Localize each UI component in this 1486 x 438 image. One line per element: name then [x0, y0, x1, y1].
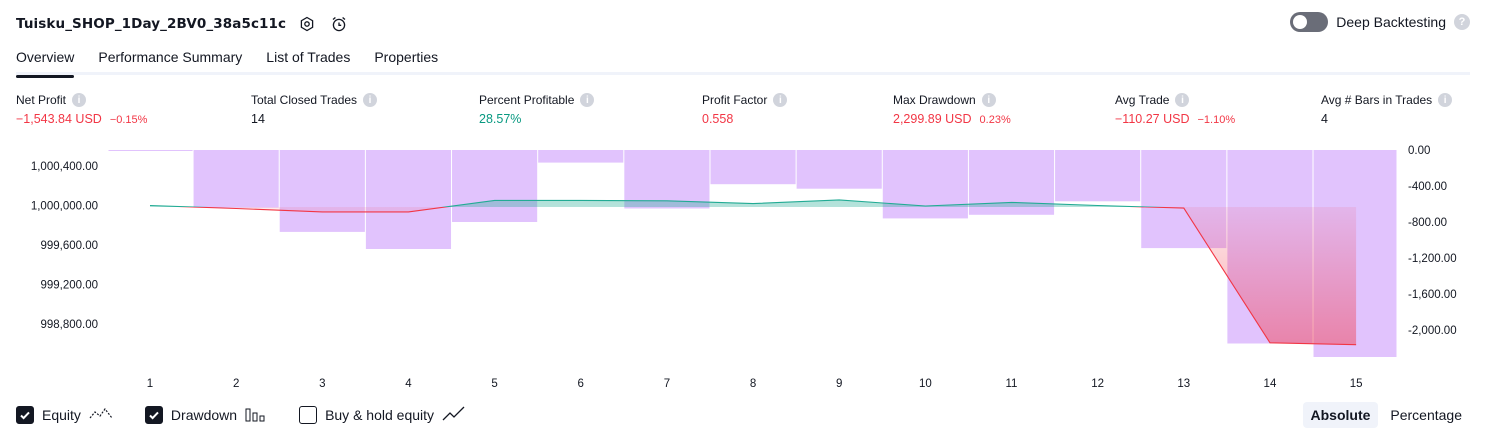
right-axis-tick-label: -1,600.00: [1408, 289, 1457, 301]
alarm-add-icon[interactable]: [328, 13, 350, 35]
metric-max-drawdown: Max Drawdown i 2,299.89 USD 0.23%: [893, 93, 1011, 126]
buy-hold-checkbox-label: Buy & hold equity: [325, 407, 435, 423]
metric-label: Total Closed Trades: [251, 93, 358, 107]
x-axis-tick-label: 1: [147, 378, 153, 390]
metric-value: −110.27 USD: [1115, 112, 1190, 126]
right-axis-tick-label: 0.00: [1408, 145, 1430, 157]
metric-percent-profitable: Percent Profitable i 28.57%: [479, 93, 595, 126]
trend-line-icon: [442, 406, 466, 425]
chart-footer: Equity Drawdown Buy & hold equity Absolu…: [16, 402, 1470, 428]
drawdown-checkbox-label: Drawdown: [170, 407, 238, 423]
metric-value: 4: [1321, 112, 1328, 126]
drawdown-bar: [796, 150, 882, 189]
metric-label: Percent Profitable: [479, 93, 575, 107]
help-icon[interactable]: i: [1438, 93, 1453, 107]
left-axis-tick-label: 999,600.00: [40, 240, 98, 252]
x-axis-tick-label: 14: [1264, 378, 1277, 390]
deep-backtesting-label: Deep Backtesting: [1336, 14, 1446, 30]
absolute-button[interactable]: Absolute: [1302, 402, 1379, 428]
left-axis-tick-label: 998,800.00: [40, 319, 98, 331]
x-axis-tick-label: 12: [1091, 378, 1104, 390]
bar-chart-icon: [245, 406, 267, 425]
drawdown-bar: [710, 150, 796, 185]
help-icon[interactable]: ?: [1454, 14, 1470, 30]
metric-label: Profit Factor: [702, 93, 768, 107]
metric-value: 0.558: [702, 112, 734, 126]
x-axis-tick-label: 11: [1006, 378, 1018, 390]
right-axis-tick-label: -1,200.00: [1408, 253, 1457, 265]
x-axis-tick-label: 2: [233, 378, 239, 390]
drawdown-bar: [108, 150, 193, 151]
equity-checkbox-label: Equity: [42, 407, 81, 423]
strategy-header: Tuisku_SHOP_1Day_2BV0_38a5c11c: [16, 10, 350, 38]
drawdown-bar: [882, 150, 968, 219]
metric-profit-factor: Profit Factor i 0.558: [702, 93, 788, 126]
help-icon[interactable]: i: [1175, 93, 1190, 107]
equity-drawdown-chart[interactable]: 1,000,400.00 1,000,000.00 999,600.00 999,20…: [0, 140, 1486, 400]
metric-label: Avg # Bars in Trades: [1321, 93, 1433, 107]
x-axis-tick-label: 8: [750, 378, 756, 390]
metric-sub-value: 0.23%: [979, 114, 1011, 126]
metric-label: Avg Trade: [1115, 93, 1170, 107]
drawdown-bar: [365, 150, 452, 249]
metric-sub-value: −0.15%: [109, 114, 148, 126]
deep-backtesting-toggle[interactable]: [1290, 12, 1329, 32]
drawdown-bar: [1055, 150, 1141, 202]
left-axis-tick-label: 999,200.00: [40, 280, 98, 292]
x-axis-tick-label: 13: [1177, 378, 1190, 390]
x-axis-tick-label: 6: [578, 378, 584, 390]
right-axis-tick-label: -800.00: [1408, 217, 1447, 229]
metrics-row: Net Profit i −1,543.84 USD −0.15% Total Cl…: [16, 93, 1470, 133]
help-icon[interactable]: i: [72, 93, 87, 107]
x-axis-tick-label: 15: [1350, 378, 1363, 390]
metric-avg-trade: Avg Trade i −110.27 USD −1.10%: [1115, 93, 1235, 126]
left-axis-tick-label: 1,000,400.00: [31, 161, 98, 173]
drawdown-bar: [193, 150, 279, 208]
metric-value: 2,299.89 USD: [893, 112, 972, 126]
metric-label: Max Drawdown: [893, 93, 976, 107]
equity-checkbox[interactable]: Equity: [16, 406, 113, 425]
x-axis-tick-label: 9: [836, 378, 842, 390]
percentage-button[interactable]: Percentage: [1382, 402, 1470, 428]
tab-list-of-trades[interactable]: List of Trades: [266, 44, 350, 75]
drawdown-checkbox[interactable]: Drawdown: [144, 406, 267, 425]
x-axis-tick-label: 4: [405, 378, 412, 390]
left-axis-tick-label: 1,000,000.00: [31, 201, 98, 213]
settings-icon[interactable]: [296, 13, 318, 35]
scale-mode-switch: Absolute Percentage: [1302, 402, 1471, 428]
checkbox-unchecked[interactable]: [299, 406, 318, 424]
help-icon[interactable]: i: [363, 93, 378, 107]
x-axis-tick-label: 10: [919, 378, 932, 390]
metric-value: −1,543.84 USD: [16, 112, 102, 126]
drawdown-bar: [279, 150, 365, 232]
drawdown-bar: [538, 150, 624, 163]
metric-avg-bars-in-trades: Avg # Bars in Trades i 4: [1321, 93, 1453, 126]
deep-backtesting: Deep Backtesting ?: [1290, 12, 1470, 32]
tab-overview[interactable]: Overview: [16, 44, 75, 78]
metric-label: Net Profit: [16, 93, 67, 107]
metric-value: 14: [251, 112, 265, 126]
metric-net-profit: Net Profit i −1,543.84 USD −0.15%: [16, 93, 147, 126]
buy-hold-checkbox[interactable]: Buy & hold equity: [299, 406, 466, 425]
metric-value: 28.57%: [479, 112, 522, 126]
help-icon[interactable]: i: [580, 93, 595, 107]
checkbox-checked[interactable]: [144, 406, 163, 424]
drawdown-bar: [452, 150, 538, 222]
tab-performance-summary[interactable]: Performance Summary: [98, 44, 242, 75]
metric-sub-value: −1.10%: [1197, 114, 1236, 126]
right-axis-tick-label: -2,000.00: [1408, 325, 1457, 337]
help-icon[interactable]: i: [981, 93, 996, 107]
x-axis-tick-label: 3: [319, 378, 325, 390]
drawdown-bar: [624, 150, 710, 209]
report-tabs: Overview Performance Summary List of Tra…: [16, 44, 1470, 78]
equity-line-icon: [89, 406, 113, 425]
strategy-title: Tuisku_SHOP_1Day_2BV0_38a5c11c: [16, 16, 287, 32]
x-axis-tick-label: 5: [491, 378, 497, 390]
help-icon[interactable]: i: [773, 93, 788, 107]
checkbox-checked[interactable]: [16, 406, 34, 424]
metric-total-closed-trades: Total Closed Trades i 14: [251, 93, 378, 126]
right-axis-tick-label: -400.00: [1408, 181, 1447, 193]
x-axis-tick-label: 7: [664, 378, 670, 390]
tab-properties[interactable]: Properties: [374, 44, 438, 75]
